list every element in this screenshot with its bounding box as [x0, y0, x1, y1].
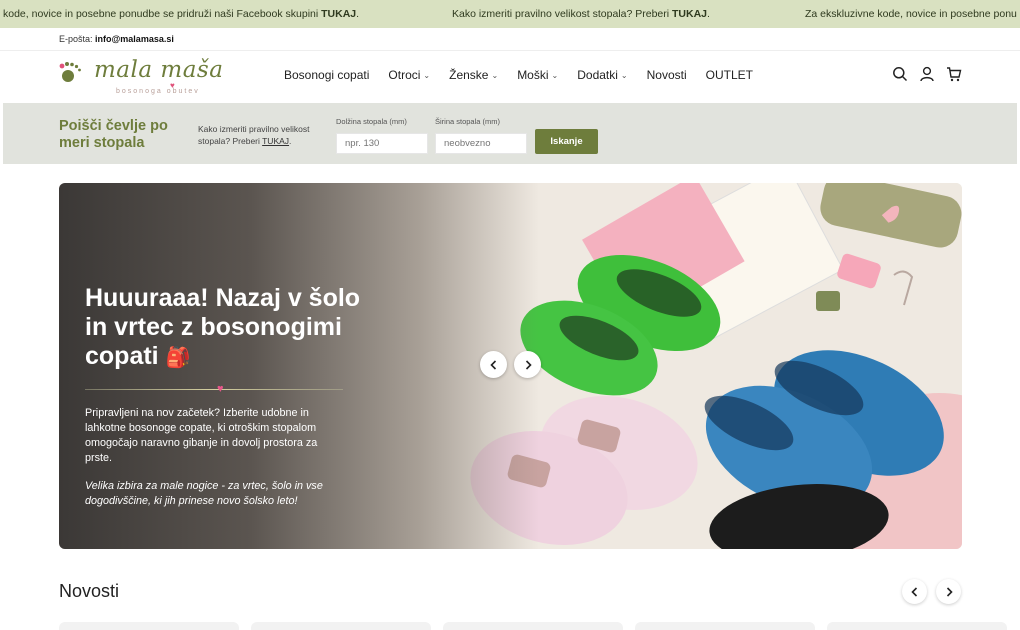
product-card[interactable] — [635, 622, 815, 630]
nav-item-moski[interactable]: Moški ⌄ — [517, 68, 558, 82]
product-card[interactable] — [443, 622, 623, 630]
chevron-left-icon — [910, 586, 917, 597]
nav-item-novosti[interactable]: Novosti — [647, 68, 687, 82]
length-label: Dolžina stopala (mm) — [336, 117, 407, 126]
search-button[interactable]: Iskanje — [535, 129, 598, 154]
finder-title: Poišči čevlje po meri stopala — [59, 118, 168, 151]
chevron-down-icon: ⌄ — [551, 70, 559, 80]
measure-help-link[interactable]: TUKAJ — [262, 136, 289, 146]
backpack-icon: 🎒 — [165, 347, 191, 369]
section-next-button[interactable] — [936, 579, 961, 604]
chevron-right-icon — [525, 359, 532, 370]
hero-divider — [85, 389, 343, 390]
user-icon[interactable] — [919, 66, 935, 82]
announcement-item[interactable]: Kako izmeriti pravilno velikost stopala?… — [452, 8, 710, 20]
hero-description: Pripravljeni na nov začetek? Izberite ud… — [85, 407, 318, 464]
chevron-down-icon: ⌄ — [423, 70, 431, 80]
hero-prev-button[interactable] — [480, 351, 507, 378]
hero-title: Huuuraaa! Nazaj v šolo in vrtec z bosono… — [85, 284, 361, 370]
footprint-icon — [58, 61, 84, 89]
announcement-item[interactable]: Za ekskluzivne kode, novice in posebne p… — [805, 8, 1017, 20]
chevron-left-icon — [489, 359, 496, 370]
foot-width-input[interactable] — [435, 133, 527, 154]
heart-icon: ♥ — [217, 383, 224, 395]
chevron-down-icon: ⌄ — [491, 70, 499, 80]
section-prev-button[interactable] — [902, 579, 927, 604]
header-actions — [892, 66, 962, 82]
nav-item-bosonogi-copati[interactable]: Bosonogi copati — [284, 68, 369, 82]
chevron-down-icon: ⌄ — [620, 70, 628, 80]
site-logo[interactable]: mala maša ♥ bosonoga obutev — [58, 57, 238, 99]
foot-size-finder: Poišči čevlje po meri stopala Kako izmer… — [3, 103, 1017, 164]
divider — [0, 50, 1020, 51]
nav-item-otroci[interactable]: Otroci ⌄ — [388, 68, 430, 82]
nav-item-outlet[interactable]: OUTLET — [706, 68, 753, 82]
logo-subtitle: bosonoga obutev — [116, 88, 200, 95]
product-card[interactable] — [59, 622, 239, 630]
width-label: Širina stopala (mm) — [435, 117, 501, 126]
hero-banner[interactable]: Huuuraaa! Nazaj v šolo in vrtec z bosono… — [59, 183, 962, 549]
product-card[interactable] — [827, 622, 1007, 630]
email-link[interactable]: info@malamasa.si — [95, 34, 174, 44]
hero-next-button[interactable] — [514, 351, 541, 378]
search-icon[interactable] — [892, 66, 908, 82]
section-title-novosti: Novosti — [59, 581, 120, 601]
chevron-right-icon — [946, 586, 953, 597]
finder-help-text: Kako izmeriti pravilno velikost stopala?… — [198, 124, 310, 146]
cart-icon[interactable] — [946, 66, 962, 82]
hero-tagline: Velika izbira za male nogice - za vrtec,… — [85, 480, 323, 507]
logo-wordmark: mala maša — [94, 57, 224, 83]
product-card[interactable] — [251, 622, 431, 630]
announcement-item[interactable]: kode, novice in posebne ponudbe se pridr… — [3, 8, 359, 20]
nav-item-dodatki[interactable]: Dodatki ⌄ — [577, 68, 627, 82]
contact-email: E-pošta: info@malamasa.si — [59, 34, 174, 44]
main-nav: Bosonogi copati Otroci ⌄ Ženske ⌄ Moški ⌄ D… — [284, 68, 772, 82]
foot-length-input[interactable] — [336, 133, 428, 154]
announcement-bar: kode, novice in posebne ponudbe se pridr… — [0, 0, 1020, 28]
nav-item-zenske[interactable]: Ženske ⌄ — [449, 68, 498, 82]
